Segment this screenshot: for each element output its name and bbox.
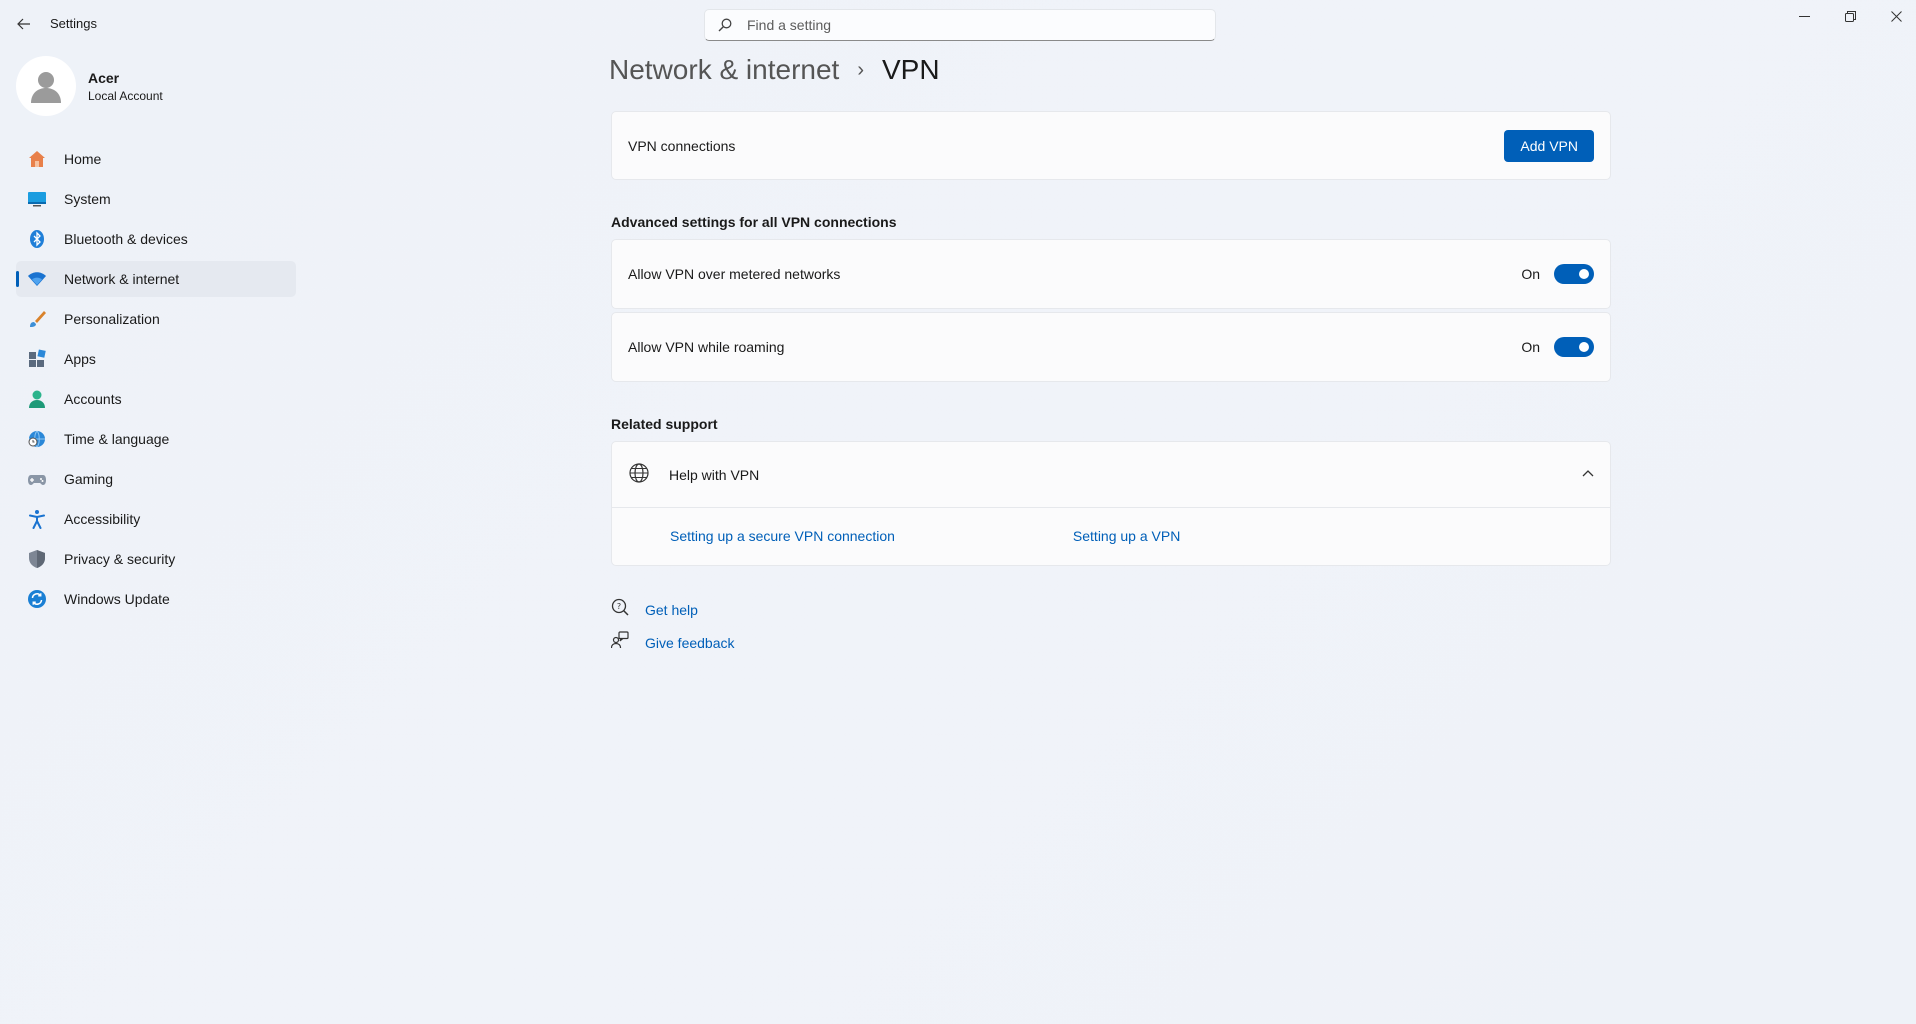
- get-help-icon: ?: [611, 598, 629, 621]
- gamepad-icon: [26, 468, 48, 490]
- search-box[interactable]: Find a setting: [704, 9, 1216, 41]
- minimize-icon: [1798, 15, 1810, 17]
- give-feedback-link[interactable]: Give feedback: [645, 635, 735, 651]
- sidebar-item-bluetooth[interactable]: Bluetooth & devices: [16, 221, 296, 257]
- sidebar-item-accounts[interactable]: Accounts: [16, 381, 296, 417]
- help-with-vpn-header[interactable]: Help with VPN: [612, 442, 1610, 508]
- sidebar-item-privacy[interactable]: Privacy & security: [16, 541, 296, 577]
- sidebar-item-personalization[interactable]: Personalization: [16, 301, 296, 337]
- sidebar-item-time-language[interactable]: Time & language: [16, 421, 296, 457]
- give-feedback-row: Give feedback: [610, 631, 735, 654]
- metered-toggle-group: On: [1521, 264, 1594, 284]
- roaming-setting-label: Allow VPN while roaming: [628, 339, 785, 355]
- sidebar-item-label: System: [64, 191, 111, 207]
- sidebar-item-system[interactable]: System: [16, 181, 296, 217]
- restore-icon: [1844, 10, 1856, 22]
- close-icon: [1890, 10, 1902, 22]
- sidebar-item-label: Privacy & security: [64, 551, 176, 567]
- bluetooth-icon: [26, 228, 48, 250]
- brush-icon: [26, 308, 48, 330]
- advanced-settings-heading: Advanced settings for all VPN connection…: [611, 214, 897, 230]
- apps-icon: [26, 348, 48, 370]
- app-title: Settings: [50, 16, 97, 31]
- shield-icon: [26, 548, 48, 570]
- metered-toggle-state: On: [1521, 266, 1540, 282]
- minimize-button[interactable]: [1781, 0, 1827, 32]
- sidebar-item-network[interactable]: Network & internet: [16, 261, 296, 297]
- profile-name: Acer: [88, 69, 120, 86]
- sidebar-item-label: Personalization: [64, 311, 160, 327]
- sidebar-item-home[interactable]: Home: [16, 141, 296, 177]
- back-button[interactable]: [10, 10, 38, 38]
- get-help-link[interactable]: Get help: [645, 602, 698, 618]
- globe-icon: [628, 462, 650, 487]
- system-icon: [26, 188, 48, 210]
- get-help-row: ? Get help: [611, 598, 698, 621]
- help-with-vpn-card: Help with VPN Setting up a secure VPN co…: [611, 441, 1611, 566]
- vpn-connections-card: VPN connections Add VPN: [611, 111, 1611, 180]
- breadcrumb-chevron-icon: ›: [857, 58, 864, 81]
- sidebar-item-accessibility[interactable]: Accessibility: [16, 501, 296, 537]
- link-setting-up-vpn[interactable]: Setting up a VPN: [1073, 528, 1180, 544]
- sidebar-nav: Home System Bluetooth & devices Network …: [16, 141, 296, 621]
- breadcrumb: Network & internet › VPN: [609, 54, 940, 86]
- metered-setting-card: Allow VPN over metered networks On: [611, 239, 1611, 309]
- sidebar-item-label: Accessibility: [64, 511, 141, 527]
- add-vpn-button[interactable]: Add VPN: [1504, 129, 1594, 162]
- sidebar-item-label: Apps: [64, 351, 96, 367]
- close-button[interactable]: [1873, 0, 1916, 32]
- metered-toggle[interactable]: [1554, 264, 1594, 284]
- metered-setting-label: Allow VPN over metered networks: [628, 266, 841, 282]
- sidebar-item-label: Network & internet: [64, 271, 180, 287]
- sidebar-item-windows-update[interactable]: Windows Update: [16, 581, 296, 617]
- restore-button[interactable]: [1827, 0, 1873, 32]
- sidebar-item-label: Time & language: [64, 431, 170, 447]
- help-links-row: Setting up a secure VPN connection Setti…: [612, 508, 1610, 564]
- svg-text:?: ?: [617, 602, 621, 611]
- sidebar-item-label: Home: [64, 151, 102, 167]
- search-icon: [717, 17, 733, 33]
- sidebar-item-label: Bluetooth & devices: [64, 231, 188, 247]
- roaming-toggle[interactable]: [1554, 337, 1594, 357]
- roaming-setting-card: Allow VPN while roaming On: [611, 312, 1611, 382]
- user-avatar-icon: [31, 72, 61, 103]
- vpn-connections-label: VPN connections: [628, 137, 736, 154]
- feedback-icon: [610, 631, 629, 654]
- globe-clock-icon: [26, 428, 48, 450]
- home-icon: [26, 148, 48, 170]
- profile-account-type: Local Account: [88, 88, 163, 103]
- sidebar-item-gaming[interactable]: Gaming: [16, 461, 296, 497]
- link-secure-vpn-connection[interactable]: Setting up a secure VPN connection: [670, 528, 895, 544]
- breadcrumb-parent[interactable]: Network & internet: [609, 54, 839, 86]
- back-arrow-icon: [17, 18, 30, 30]
- sidebar-item-label: Windows Update: [64, 591, 170, 607]
- wifi-icon: [26, 268, 48, 290]
- sidebar-item-apps[interactable]: Apps: [16, 341, 296, 377]
- user-profile[interactable]: Acer Local Account: [16, 56, 163, 116]
- related-support-heading: Related support: [611, 416, 718, 432]
- accounts-icon: [26, 388, 48, 410]
- accessibility-icon: [26, 508, 48, 530]
- sidebar-item-label: Accounts: [64, 391, 122, 407]
- page-title: VPN: [882, 54, 940, 85]
- roaming-toggle-group: On: [1521, 337, 1594, 357]
- search-input[interactable]: Find a setting: [747, 17, 831, 33]
- roaming-toggle-state: On: [1521, 339, 1540, 355]
- update-icon: [26, 588, 48, 610]
- help-with-vpn-title: Help with VPN: [669, 466, 760, 483]
- sidebar-item-label: Gaming: [64, 471, 114, 487]
- chevron-up-icon[interactable]: [1582, 467, 1594, 483]
- title-bar: Settings Find a setting: [0, 0, 1916, 48]
- avatar: [16, 56, 76, 116]
